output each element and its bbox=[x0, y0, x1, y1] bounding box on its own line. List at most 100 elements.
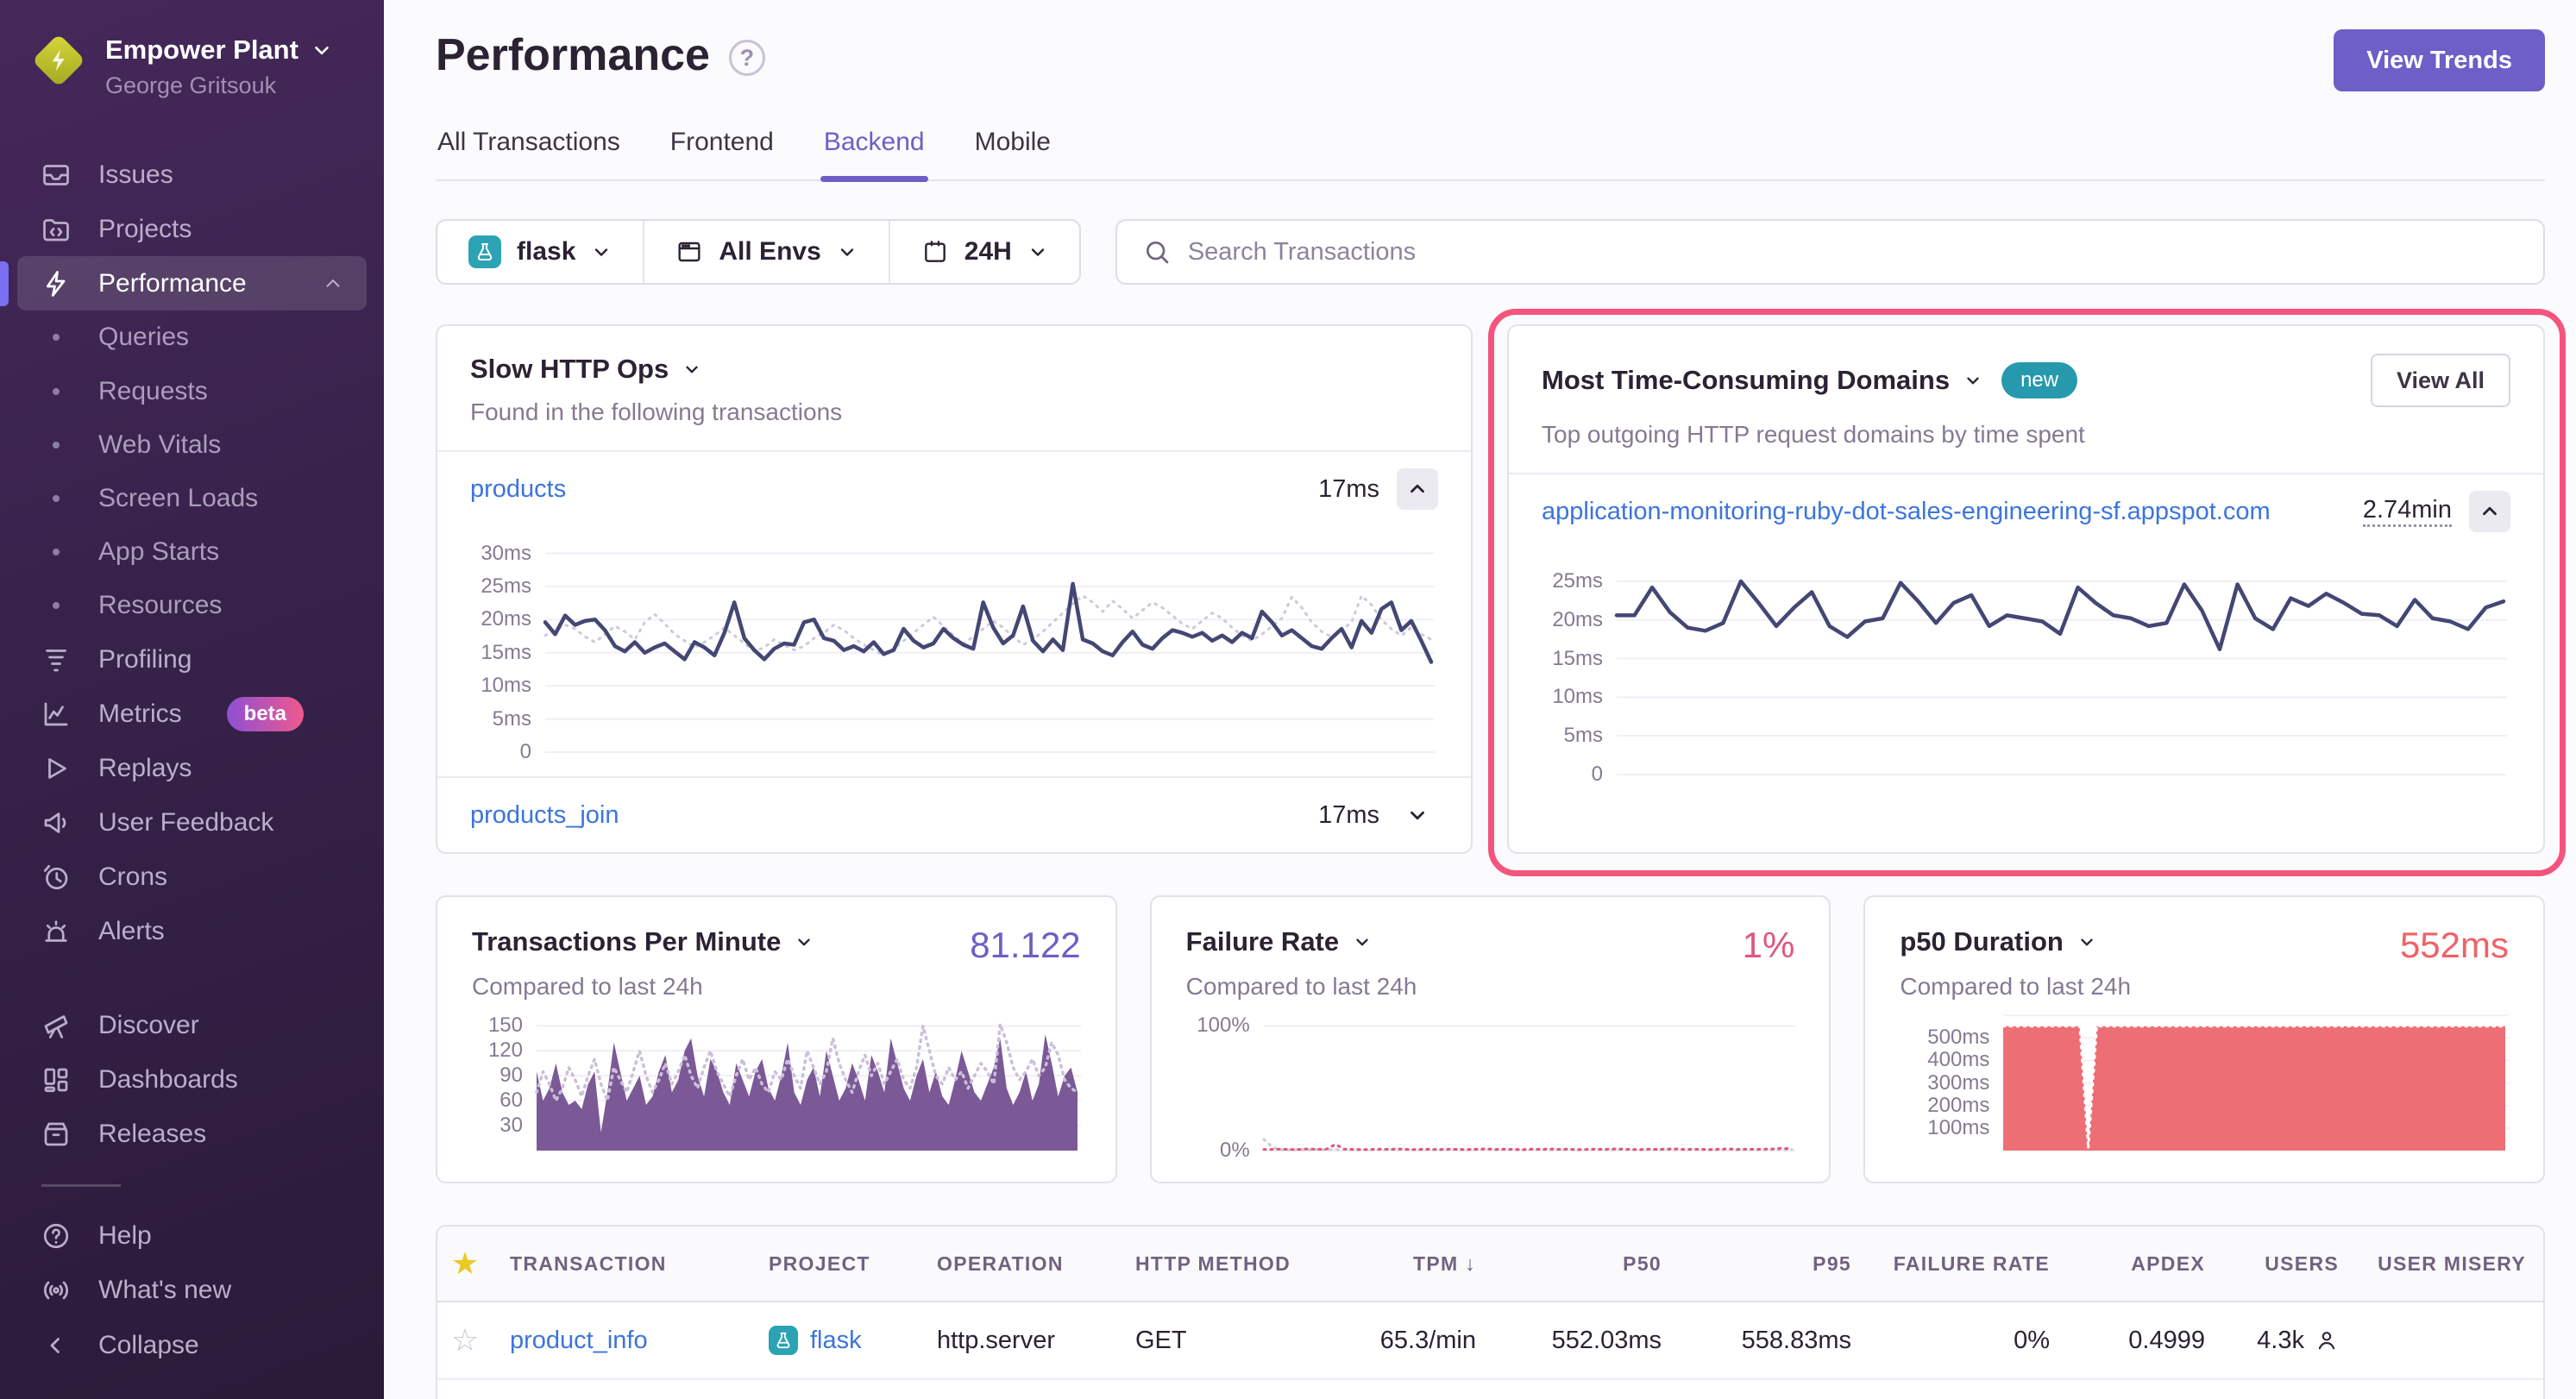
projects-icon bbox=[40, 213, 72, 246]
y-axis-tick: 30 bbox=[463, 1113, 523, 1139]
sidebar-item-dashboards[interactable]: Dashboards bbox=[17, 1052, 367, 1107]
collapse-row-button[interactable] bbox=[2469, 491, 2510, 532]
p50-duration-card: p50 Duration 552ms Compared to last 24h … bbox=[1863, 895, 2545, 1183]
slow-http-ops-title[interactable]: Slow HTTP Ops bbox=[470, 354, 1438, 385]
sidebar-subitem-label: Queries bbox=[98, 323, 189, 352]
transaction-link-products[interactable]: products bbox=[470, 475, 566, 504]
y-axis-tick: 10ms bbox=[1526, 684, 1603, 710]
sidebar-item-discover[interactable]: Discover bbox=[17, 998, 367, 1052]
domain-link[interactable]: application-monitoring-ruby-dot-sales-en… bbox=[1542, 498, 2271, 526]
calendar-icon bbox=[921, 238, 949, 266]
sidebar-subitem-app-starts[interactable]: App Starts bbox=[17, 525, 367, 579]
tpm-cell: 65.3/min bbox=[1334, 1327, 1493, 1355]
domains-chart: 25ms20ms15ms10ms5ms0 bbox=[1526, 557, 2510, 780]
sidebar-divider bbox=[41, 1184, 121, 1187]
user-feedback-icon bbox=[40, 806, 72, 839]
http-method-cell: GET bbox=[1118, 1327, 1334, 1355]
beta-badge: beta bbox=[227, 697, 304, 731]
y-axis-tick: 0% bbox=[1178, 1138, 1250, 1164]
y-axis-tick: 0 bbox=[1526, 762, 1603, 787]
chevron-down-icon bbox=[1027, 242, 1048, 262]
sidebar-item-label: Profiling bbox=[98, 645, 192, 674]
help-icon[interactable]: ? bbox=[729, 40, 765, 76]
column-header-failure-rate[interactable]: FAILURE RATE bbox=[1869, 1252, 2067, 1276]
slow-http-ops-panel: Slow HTTP Ops Found in the following tra… bbox=[436, 324, 1473, 854]
time-range-filter[interactable]: 24H bbox=[889, 221, 1079, 283]
sidebar-item-what-s-new[interactable]: What's new bbox=[17, 1264, 367, 1318]
tab-frontend[interactable]: Frontend bbox=[670, 128, 774, 179]
environment-filter[interactable]: All Envs bbox=[643, 221, 888, 283]
expand-row-button[interactable] bbox=[1397, 794, 1438, 836]
view-all-button[interactable]: View All bbox=[2371, 354, 2510, 407]
flask-project-icon bbox=[769, 1326, 798, 1355]
p50-duration-chart: 500ms400ms300ms200ms100ms bbox=[1891, 1002, 2512, 1156]
sidebar-item-performance[interactable]: Performance bbox=[17, 256, 367, 311]
transaction-link-products-join[interactable]: products_join bbox=[470, 801, 619, 830]
sidebar-item-alerts[interactable]: Alerts bbox=[17, 905, 367, 959]
y-axis-tick: 30ms bbox=[455, 541, 531, 567]
p95-cell: 558.83ms bbox=[1679, 1327, 1869, 1355]
column-header-operation[interactable]: OPERATION bbox=[920, 1252, 1118, 1276]
column-header-transaction[interactable]: TRANSACTION bbox=[493, 1252, 751, 1276]
domains-title[interactable]: Most Time-Consuming Domains bbox=[1542, 365, 1982, 396]
sidebar-subitem-resources[interactable]: Resources bbox=[17, 579, 367, 632]
domain-time-value[interactable]: 2.74min bbox=[2363, 496, 2452, 527]
failure-rate-card-title[interactable]: Failure Rate bbox=[1186, 926, 1795, 957]
sidebar-item-label: Dashboards bbox=[98, 1065, 238, 1095]
view-trends-button[interactable]: View Trends bbox=[2334, 29, 2545, 91]
sidebar-item-projects[interactable]: Projects bbox=[17, 202, 367, 256]
transaction-link[interactable]: product_info bbox=[510, 1327, 648, 1354]
chevron-down-icon bbox=[2077, 932, 2096, 951]
sidebar-subitem-screen-loads[interactable]: Screen Loads bbox=[17, 472, 367, 525]
column-header-apdex[interactable]: APDEX bbox=[2067, 1252, 2222, 1276]
org-logo-icon bbox=[33, 35, 85, 86]
tab-all-transactions[interactable]: All Transactions bbox=[437, 128, 620, 179]
sidebar-item-metrics[interactable]: Metrics beta bbox=[17, 687, 367, 741]
project-filter[interactable]: flask bbox=[437, 221, 643, 283]
sidebar-item-crons[interactable]: Crons bbox=[17, 850, 367, 905]
collapse-button[interactable]: Collapse bbox=[0, 1318, 384, 1373]
column-header-project[interactable]: PROJECT bbox=[751, 1252, 920, 1276]
column-header-user-misery[interactable]: USER MISERY bbox=[2356, 1252, 2543, 1276]
sidebar-item-issues[interactable]: Issues bbox=[17, 147, 367, 202]
tab-bar: All Transactions Frontend Backend Mobile bbox=[436, 128, 2545, 181]
sidebar-item-releases[interactable]: Releases bbox=[17, 1107, 367, 1162]
search-input[interactable] bbox=[1188, 238, 2517, 267]
org-switcher[interactable]: Empower Plant George Gritsouk bbox=[0, 31, 384, 99]
tab-backend[interactable]: Backend bbox=[824, 128, 925, 179]
chevron-down-icon bbox=[795, 932, 814, 951]
sidebar-item-help[interactable]: Help bbox=[17, 1209, 367, 1264]
person-icon bbox=[2315, 1328, 2339, 1352]
collapse-row-button[interactable] bbox=[1397, 468, 1438, 510]
table-body: ☆product_infoflaskhttp.serverGET65.3/min… bbox=[437, 1302, 2543, 1399]
transactions-table: ★TRANSACTIONPROJECTOPERATIONHTTP METHODT… bbox=[436, 1225, 2545, 1399]
column-header-users[interactable]: USERS bbox=[2222, 1252, 2356, 1276]
column-header-p50[interactable]: P50 bbox=[1493, 1252, 1679, 1276]
sidebar-item-user-feedback[interactable]: User Feedback bbox=[17, 796, 367, 850]
star-column-header-icon[interactable]: ★ bbox=[437, 1245, 493, 1282]
sidebar-item-label: Metrics bbox=[98, 700, 182, 729]
issues-icon bbox=[40, 159, 72, 191]
alerts-icon bbox=[40, 915, 72, 948]
domains-panel: Most Time-Consuming Domains new View All… bbox=[1507, 324, 2545, 854]
tab-mobile[interactable]: Mobile bbox=[975, 128, 1051, 179]
sidebar-subitem-queries[interactable]: Queries bbox=[17, 311, 367, 364]
chevron-left-icon bbox=[40, 1329, 72, 1362]
sidebar-subitem-requests[interactable]: Requests bbox=[17, 365, 367, 418]
profiling-icon bbox=[40, 643, 72, 676]
sidebar-subitem-web-vitals[interactable]: Web Vitals bbox=[17, 418, 367, 472]
project-link[interactable]: flask bbox=[810, 1327, 862, 1355]
page-title: Performance ? bbox=[436, 29, 765, 81]
main-content: Performance ? View Trends All Transactio… bbox=[384, 0, 2576, 1399]
star-icon[interactable]: ☆ bbox=[437, 1322, 493, 1358]
products-join-duration-value: 17ms bbox=[1318, 801, 1379, 830]
column-header-tpm[interactable]: TPM ↓ bbox=[1334, 1252, 1493, 1276]
column-header-http-method[interactable]: HTTP METHOD bbox=[1118, 1252, 1334, 1276]
environment-filter-label: All Envs bbox=[719, 237, 820, 267]
bullet-icon bbox=[53, 602, 60, 609]
sidebar-item-replays[interactable]: Replays bbox=[17, 741, 367, 795]
column-header-p95[interactable]: P95 bbox=[1679, 1252, 1869, 1276]
bullet-icon bbox=[53, 442, 60, 449]
sidebar-item-profiling[interactable]: Profiling bbox=[17, 632, 367, 687]
metrics-icon bbox=[40, 698, 72, 731]
